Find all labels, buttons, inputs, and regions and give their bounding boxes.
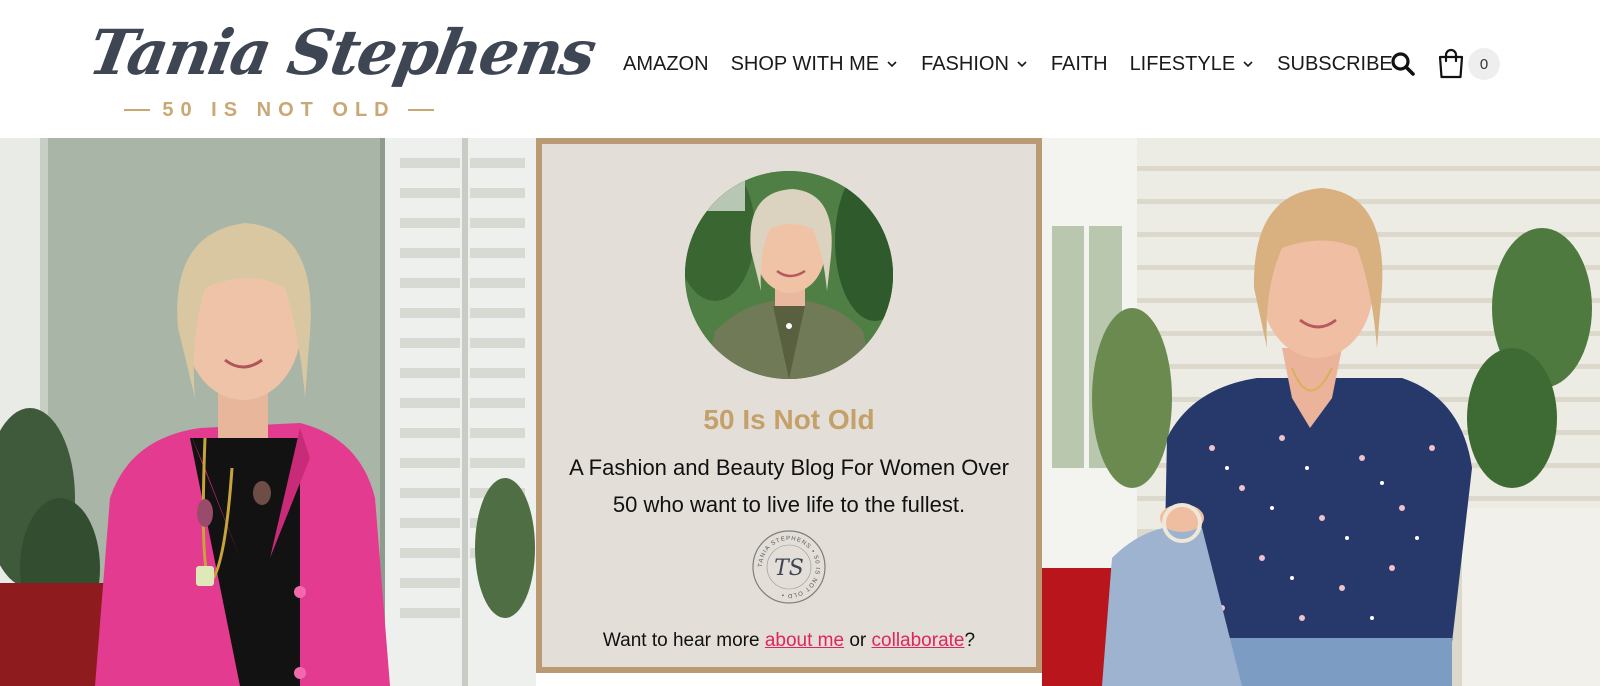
card-description: A Fashion and Beauty Blog For Women Over… — [569, 455, 1009, 517]
cart-count-badge: 0 — [1468, 48, 1500, 80]
nav-item-lifestyle[interactable]: LIFESTYLE — [1119, 44, 1267, 84]
cta-suffix: ? — [964, 630, 976, 651]
chevron-down-icon — [1015, 57, 1029, 71]
hero-section: 50 Is Not Old A Fashion and Beauty Blog … — [0, 138, 1600, 686]
photo-woman-pink-blazer — [0, 138, 536, 686]
nav-item-faith[interactable]: FAITH — [1040, 44, 1119, 84]
search-icon — [1391, 52, 1415, 76]
logo-divider-right — [407, 109, 434, 111]
chevron-down-icon — [885, 57, 899, 71]
intro-card: 50 Is Not Old A Fashion and Beauty Blog … — [536, 138, 1042, 673]
left-photo-illustration — [0, 138, 536, 686]
nav-item-label: FASHION — [921, 52, 1009, 75]
about-me-link[interactable]: about me — [765, 630, 844, 651]
search-button[interactable] — [1390, 51, 1416, 77]
cart-button[interactable]: 0 — [1436, 47, 1506, 81]
chevron-down-icon — [1241, 57, 1255, 71]
nav-item-label: LIFESTYLE — [1129, 52, 1236, 75]
nav-item-label: AMAZON — [623, 52, 709, 75]
logo-tagline-row: 50 IS NOT OLD — [124, 96, 434, 124]
nav-item-amazon[interactable]: AMAZON — [612, 44, 720, 84]
nav-item-fashion[interactable]: FASHION — [910, 44, 1040, 84]
site-logo[interactable]: Tania Stephens 50 IS NOT OLD — [82, 8, 600, 124]
photo-woman-floral-top — [1042, 138, 1600, 686]
shopping-bag-icon — [1438, 48, 1464, 79]
main-nav: AMAZON SHOP WITH ME FASHION FAITH LIFEST… — [612, 44, 1404, 84]
nav-item-label: SUBSCRIBE — [1277, 52, 1393, 75]
ts-seal-icon: TANIA STEPHENS • 50 IS NOT OLD • TS — [752, 530, 826, 604]
cta-middle: or — [844, 630, 872, 651]
card-title: 50 Is Not Old — [703, 404, 875, 435]
nav-item-label: FAITH — [1050, 52, 1108, 75]
nav-item-label: SHOP WITH ME — [730, 52, 880, 75]
site-header: Tania Stephens 50 IS NOT OLD AMAZON SHOP… — [0, 0, 1600, 138]
seal-monogram: TS — [774, 556, 804, 581]
nav-item-subscribe[interactable]: SUBSCRIBE — [1266, 44, 1404, 84]
nav-item-shop-with-me[interactable]: SHOP WITH ME — [720, 44, 911, 84]
logo-divider-left — [124, 109, 151, 111]
logo-name: Tania Stephens — [83, 16, 600, 89]
collaborate-link[interactable]: collaborate — [872, 630, 965, 651]
card-cta: Want to hear more about me or collaborat… — [542, 630, 1036, 652]
logo-tagline: 50 IS NOT OLD — [162, 98, 396, 121]
cta-prefix: Want to hear more — [602, 630, 765, 651]
avatar — [685, 171, 893, 379]
photo-woman-green-jacket — [685, 171, 893, 379]
right-photo-illustration — [1042, 138, 1600, 686]
